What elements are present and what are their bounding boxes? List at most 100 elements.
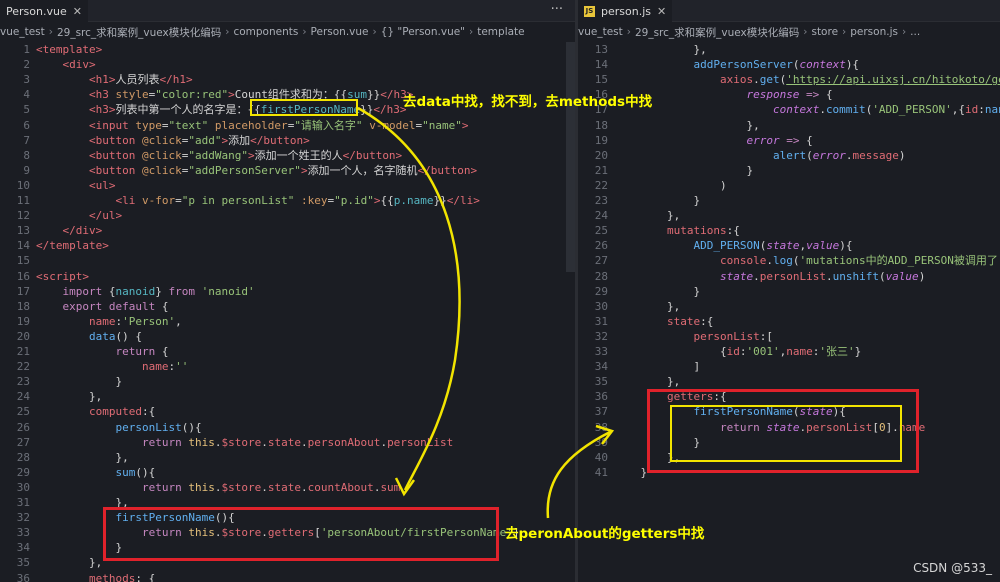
code-text: state.personList.unshift(value) (614, 269, 925, 284)
code-token: '001' (746, 345, 780, 358)
code-text: ] (614, 359, 700, 374)
breadcrumb-item[interactable]: template (477, 26, 524, 38)
line-number: 12 (16, 209, 30, 223)
breadcrumb-item[interactable]: 29_src_求和案例_vuex模块化编码 (635, 25, 799, 40)
code-editor-person-vue[interactable]: 1 <template> 2 <div> 3 <h1>人员列表</h1> 4 <h3 s… (0, 42, 575, 582)
code-token: "addPersonServer" (188, 163, 301, 177)
code-token: state (719, 269, 754, 283)
right-editor-pane: JS person.js ✕ vue_test › 29_src_求和案例_vuex… (578, 0, 1000, 582)
line-number: 20 (16, 329, 30, 343)
breadcrumb-item[interactable]: 29_src_求和案例_vuex模块化编码 (57, 25, 221, 40)
watermark: CSDN @533_ (913, 561, 992, 575)
code-token: } (155, 284, 169, 298)
code-text: } (36, 374, 122, 389)
code-token: > (228, 88, 235, 102)
breadcrumb-item[interactable]: {} "Person.vue" (381, 26, 465, 38)
breadcrumb-item[interactable]: store (811, 26, 838, 38)
code-editor-person-js[interactable]: 13 }, 14 addPersonServer(context){15 axio… (578, 42, 1000, 582)
code-token: this (188, 435, 215, 449)
code-token: ( (878, 269, 886, 283)
code-token: ) (614, 178, 727, 192)
code-token: 'Person' (122, 314, 176, 328)
chevron-right-icon: › (842, 26, 847, 38)
code-text: <div> (36, 57, 96, 72)
code-text: return this.$store.state.personAbout.per… (36, 435, 453, 450)
line-number: 33 (594, 345, 608, 358)
more-actions-icon[interactable]: ··· (551, 2, 563, 17)
annotation-getters-note: 去peronAbout的getters中找 (505, 526, 705, 542)
code-token: nanoid (984, 103, 1000, 117)
code-token: . (825, 269, 833, 283)
code-token: type (135, 118, 162, 132)
code-token: state (766, 239, 800, 253)
code-token: </button> (250, 133, 310, 147)
code-token: ADD_PERSON (693, 239, 760, 253)
line-number: 15 (594, 73, 608, 87)
code-token: 人员列表 (115, 73, 160, 87)
code-token: 添加一个姓王的人 (254, 148, 343, 162)
code-token: export default (62, 299, 162, 313)
code-token: error (746, 133, 780, 147)
code-token: { (806, 133, 813, 147)
breadcrumb-item[interactable]: components (233, 26, 298, 38)
code-token: v-model (369, 118, 416, 132)
line-number: 2 (23, 58, 30, 72)
code-token: axios (719, 73, 754, 87)
code-token: . (261, 435, 268, 449)
code-token: <h3 (88, 88, 116, 102)
breadcrumb-item[interactable]: vue_test (578, 26, 623, 38)
line-number: 27 (16, 435, 30, 449)
code-token: </template> (36, 239, 109, 253)
code-token: style (115, 88, 149, 102)
breadcrumb-item[interactable]: Person.vue (311, 26, 369, 38)
code-token: addPersonServer (693, 58, 793, 72)
code-token: 'ADD_PERSON' (872, 103, 952, 117)
line-number: 8 (23, 148, 30, 162)
code-text: }, (614, 374, 680, 389)
close-icon[interactable]: ✕ (73, 5, 82, 18)
breadcrumb-item[interactable]: ... (910, 26, 920, 38)
breadcrumb-item[interactable]: person.js (850, 26, 898, 38)
line-number: 41 (594, 465, 608, 479)
code-text: }, (614, 208, 680, 223)
code-token: <h1> (88, 73, 116, 87)
code-token: :{ (700, 314, 714, 328)
chevron-right-icon: › (225, 26, 230, 38)
line-number: 30 (16, 480, 30, 494)
breadcrumb-item[interactable]: vue_test (0, 26, 45, 38)
line-number: 7 (23, 133, 30, 147)
code-text: } (614, 193, 700, 208)
line-number: 5 (23, 103, 30, 117)
line-number: 22 (594, 178, 608, 192)
line-number: 36 (16, 571, 30, 582)
close-icon[interactable]: ✕ (657, 5, 666, 18)
code-token: response (746, 88, 800, 102)
line-number: 36 (594, 390, 608, 404)
line-number: 29 (594, 284, 608, 298)
scrollbar[interactable] (566, 42, 575, 272)
code-token: personList (693, 329, 760, 343)
code-text: addPersonServer(context){ (614, 57, 859, 72)
code-text: </template> (36, 238, 109, 253)
code-token: > (247, 148, 255, 162)
line-number: 32 (16, 511, 30, 525)
tab-person-vue[interactable]: Person.vue ✕ (0, 0, 88, 22)
code-token: } (854, 345, 862, 358)
line-number: 19 (16, 314, 30, 328)
highlight-getter-function (670, 405, 902, 462)
line-number: 17 (16, 284, 30, 298)
annotation-data-note: 去data中找，找不到，去methods中找 (403, 94, 653, 110)
code-token: "add" (188, 133, 222, 147)
code-text: name:'' (36, 359, 188, 374)
tab-person-js[interactable]: JS person.js ✕ (578, 0, 673, 22)
code-token: 列表中第一个人的名字是：{{ (115, 103, 261, 117)
code-text: ) (614, 178, 727, 193)
line-number: 18 (16, 299, 30, 313)
code-text: sum(){ (36, 465, 155, 480)
line-number: 31 (16, 496, 30, 509)
code-token: ) (918, 269, 926, 283)
line-number: 28 (594, 269, 608, 283)
